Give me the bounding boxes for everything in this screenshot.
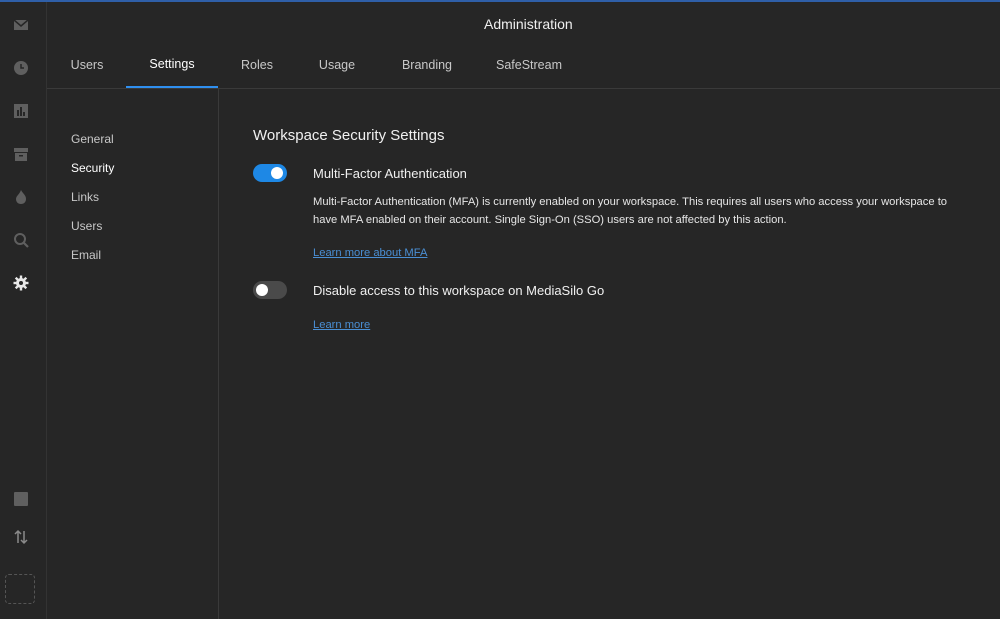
tab-settings[interactable]: Settings (126, 42, 218, 88)
subnav-item-general[interactable]: General (71, 132, 114, 146)
gear-icon[interactable] (12, 274, 30, 292)
learn-more-mfa-link[interactable]: Learn more about MFA (313, 247, 427, 259)
workspace-switcher-placeholder[interactable] (5, 574, 35, 604)
settings-subnav: General Security Links Users Email (47, 89, 219, 619)
mediasilo-go-toggle[interactable] (253, 281, 287, 299)
main-area: Administration Users Settings Roles Usag… (47, 2, 1000, 619)
mail-icon[interactable] (12, 16, 30, 34)
bar-chart-icon[interactable] (12, 102, 30, 120)
tab-users[interactable]: Users (69, 42, 105, 87)
clock-icon[interactable] (12, 59, 30, 77)
tab-roles[interactable]: Roles (238, 42, 276, 87)
section-title: Workspace Security Settings (253, 127, 445, 144)
square-icon[interactable] (12, 490, 30, 508)
subnav-item-security[interactable]: Security (71, 161, 114, 175)
flame-icon[interactable] (12, 188, 30, 206)
learn-more-link[interactable]: Learn more (313, 319, 370, 331)
subnav-item-links[interactable]: Links (71, 190, 99, 204)
subnav-item-users[interactable]: Users (71, 219, 102, 233)
tab-branding[interactable]: Branding (399, 42, 455, 87)
mfa-label: Multi-Factor Authentication (313, 166, 467, 181)
mediasilo-go-label: Disable access to this workspace on Medi… (313, 283, 605, 298)
archive-icon[interactable] (12, 145, 30, 163)
page-title: Administration (484, 16, 573, 32)
tab-usage[interactable]: Usage (315, 42, 359, 87)
subnav-item-email[interactable]: Email (71, 248, 101, 262)
left-icon-rail (0, 2, 47, 619)
admin-tabs: Users Settings Roles Usage Branding Safe… (47, 42, 1000, 89)
sort-arrows-icon[interactable] (12, 528, 30, 546)
toggle-knob (271, 167, 283, 179)
toggle-knob (256, 284, 268, 296)
mfa-description: Multi-Factor Authentication (MFA) is cur… (313, 196, 948, 226)
tab-safestream[interactable]: SafeStream (496, 42, 562, 87)
mfa-toggle[interactable] (253, 164, 287, 182)
search-icon[interactable] (12, 231, 30, 249)
